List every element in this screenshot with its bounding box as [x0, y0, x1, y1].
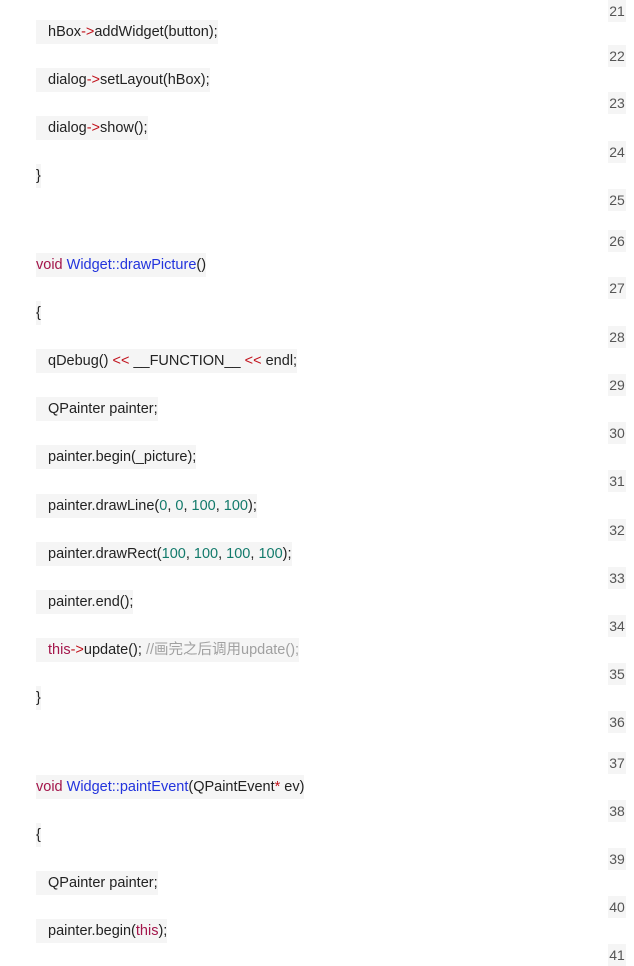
code-token: void [36, 257, 63, 273]
code-token: , [183, 498, 192, 514]
line-number: 21 [608, 0, 626, 22]
code-token: () [196, 257, 207, 273]
code-line: dialog->setLayout(hBox); [36, 68, 210, 92]
code-token: void [36, 779, 63, 795]
code-token: painter.drawRect( [48, 546, 162, 562]
line-number: 22 [608, 45, 626, 67]
code-line: this->update(); //画完之后调用update(); [36, 638, 300, 662]
code-line: painter.begin(this); [36, 919, 168, 943]
code-token: , [185, 546, 194, 562]
code-token: 100 [223, 498, 248, 514]
code-token: -> [86, 72, 100, 88]
code-token: -> [86, 120, 100, 136]
line-number: 29 [608, 374, 626, 396]
code-token: { [36, 305, 41, 321]
line-number: 40 [608, 896, 626, 918]
code-token: -> [70, 642, 84, 658]
code-token: ); [158, 923, 168, 939]
code-token: { [36, 827, 41, 843]
code-token: 100 [193, 546, 219, 562]
line-number: 31 [608, 470, 626, 492]
code-token: painter.drawLine( [48, 498, 160, 514]
code-token: , [215, 498, 224, 514]
line-number: 26 [608, 230, 626, 252]
line-number: 23 [608, 92, 626, 114]
code-line: qDebug() << __FUNCTION__ << endl; [36, 349, 298, 373]
code-token: << [244, 353, 262, 369]
code-token: dialog [48, 72, 87, 88]
line-number: 28 [608, 326, 626, 348]
code-token: this [135, 923, 159, 939]
code-token: painter.begin(_picture); [48, 449, 197, 465]
code-token: -> [81, 24, 95, 40]
code-token: 100 [258, 546, 283, 562]
code-token: ); [282, 546, 292, 562]
code-line: { [36, 823, 41, 847]
code-token: hBox [48, 24, 82, 40]
code-line: QPainter painter; [36, 871, 158, 895]
line-number: 24 [608, 141, 626, 163]
code-token: painter.begin( [48, 923, 136, 939]
line-number: 36 [608, 711, 626, 733]
code-token: Widget::paintEvent [66, 779, 189, 795]
line-number: 35 [608, 663, 626, 685]
code-token: qDebug() [48, 353, 113, 369]
line-number: 25 [608, 189, 626, 211]
code-token: update(); [83, 642, 146, 658]
code-line: } [36, 686, 41, 710]
line-number: 33 [608, 567, 626, 589]
line-number: 30 [608, 422, 626, 444]
code-line: painter.drawRect(100, 100, 100, 100); [36, 542, 292, 566]
code-token: 100 [191, 498, 216, 514]
code-line: painter.begin(_picture); [36, 445, 197, 469]
code-token: Widget::drawPicture [66, 257, 197, 273]
code-line: hBox->addWidget(button); [36, 20, 218, 44]
code-token: ); [248, 498, 257, 514]
code-token: __FUNCTION__ [129, 353, 245, 369]
code-token: (QPaintEvent [188, 779, 275, 795]
code-line: void Widget::drawPicture() [36, 253, 207, 277]
line-number: 38 [608, 800, 626, 822]
line-number: 41 [608, 944, 626, 966]
line-number: 34 [608, 615, 626, 637]
code-token: } [36, 690, 41, 706]
code-line: painter.drawLine(0, 0, 100, 100); [36, 494, 257, 518]
line-number: 39 [608, 848, 626, 870]
code-token: QPainter painter; [48, 875, 158, 891]
code-token: << [112, 353, 130, 369]
code-token: ev) [280, 779, 305, 795]
code-token: painter.end(); [48, 594, 134, 610]
code-line: QPainter painter; [36, 397, 158, 421]
line-number: 37 [608, 752, 626, 774]
code-token: addWidget(button); [94, 24, 218, 40]
code-line: painter.end(); [36, 590, 134, 614]
code-token: QPainter painter; [48, 401, 158, 417]
code-token: show(); [100, 120, 148, 136]
code-token: //画完之后调用update(); [145, 642, 300, 658]
code-token: dialog [48, 120, 87, 136]
line-number: 32 [608, 519, 626, 541]
code-token: 100 [161, 546, 186, 562]
code-token: } [36, 168, 41, 184]
code-token: 100 [226, 546, 251, 562]
code-token: this [48, 642, 71, 658]
code-token: endl; [261, 353, 298, 369]
code-line: dialog->show(); [36, 116, 148, 140]
code-line: { [36, 301, 41, 325]
code-token: , [218, 546, 227, 562]
code-line: void Widget::paintEvent(QPaintEvent* ev) [36, 775, 305, 799]
code-line: } [36, 164, 41, 188]
code-token: setLayout(hBox); [100, 72, 210, 88]
line-number: 27 [608, 277, 626, 299]
